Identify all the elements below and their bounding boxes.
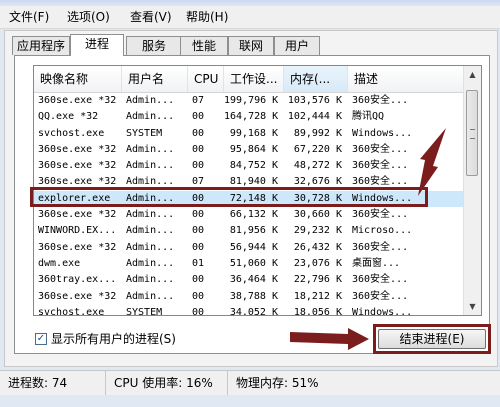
status-cpu-usage: CPU 使用率: 16% — [106, 371, 228, 395]
status-process-count: 进程数: 74 — [0, 371, 106, 395]
status-bar: 进程数: 74 CPU 使用率: 16% 物理内存: 51% — [0, 370, 500, 395]
show-all-users-checkbox[interactable]: ✓ — [35, 333, 47, 345]
arrow-to-selected-row-icon — [418, 128, 446, 196]
tab-processes[interactable]: 进程 — [70, 34, 124, 56]
end-process-button[interactable]: 结束进程(E) — [378, 329, 486, 349]
status-physical-memory: 物理内存: 51% — [236, 376, 319, 390]
arrow-to-end-process-icon — [290, 328, 369, 350]
show-all-users-label: 显示所有用户的进程(S) — [51, 332, 176, 346]
window-bottom-border — [0, 395, 500, 407]
